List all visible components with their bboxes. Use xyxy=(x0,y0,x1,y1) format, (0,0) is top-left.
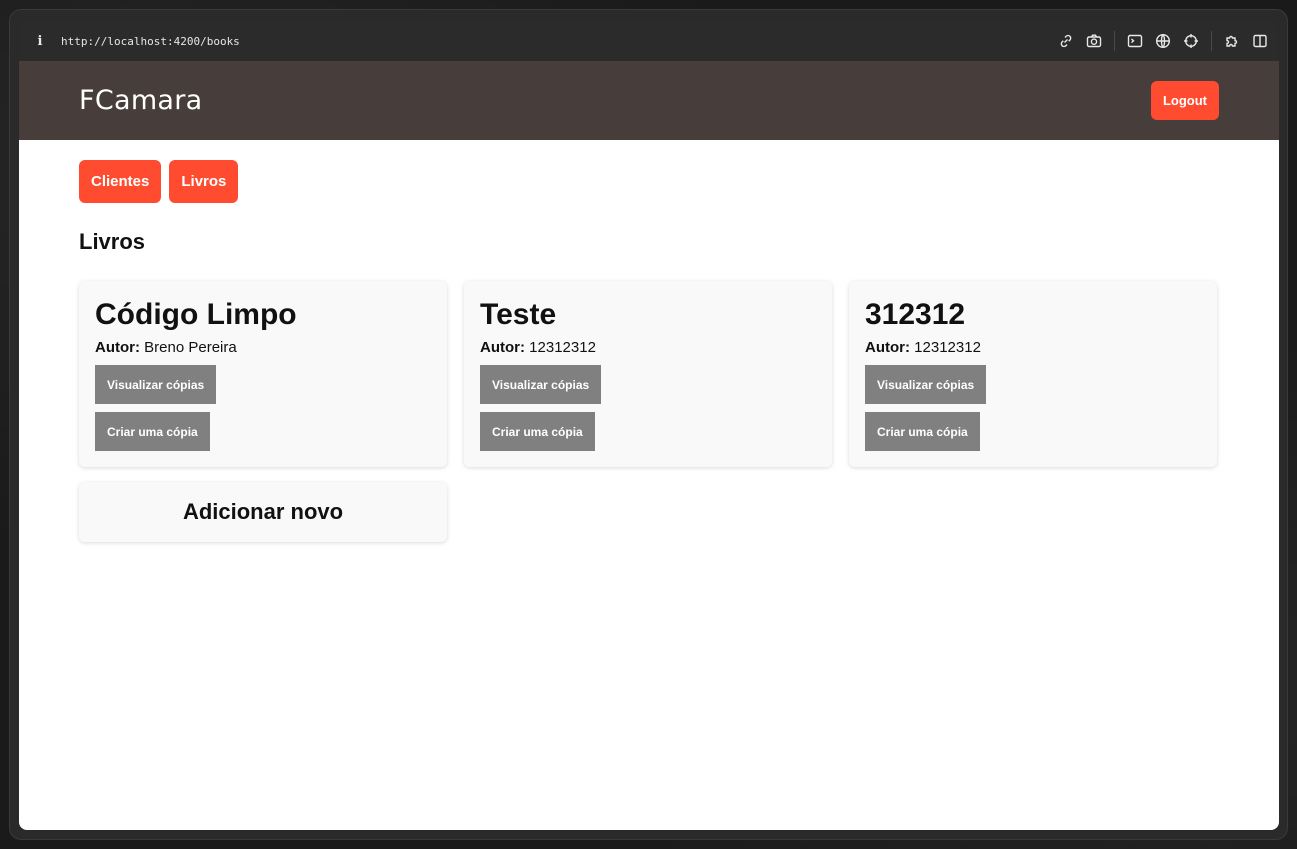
camera-icon[interactable] xyxy=(1086,33,1102,49)
create-copy-button[interactable]: Criar uma cópia xyxy=(480,412,595,451)
author-label: Autor: xyxy=(95,339,140,356)
main-content: Clientes Livros Livros Código Limpo Auto… xyxy=(19,140,1279,562)
create-copy-button[interactable]: Criar uma cópia xyxy=(95,412,210,451)
book-card: Código Limpo Autor: Breno Pereira Visual… xyxy=(79,281,447,467)
view-copies-button[interactable]: Visualizar cópias xyxy=(865,365,987,404)
book-card: Teste Autor: 12312312 Visualizar cópias … xyxy=(464,281,832,467)
create-copy-button[interactable]: Criar uma cópia xyxy=(865,412,980,451)
author-name: Breno Pereira xyxy=(144,339,237,356)
author-label: Autor: xyxy=(865,339,910,356)
view-copies-button[interactable]: Visualizar cópias xyxy=(95,365,217,404)
page-viewport: FCamara Logout Clientes Livros Livros Có… xyxy=(19,61,1279,830)
sidebar-icon[interactable] xyxy=(1252,33,1268,49)
browser-window: i http://localhost:4200/books FCamara Lo… xyxy=(9,9,1288,840)
info-icon[interactable]: i xyxy=(29,34,51,49)
book-author: Autor: Breno Pereira xyxy=(95,339,431,356)
globe-icon[interactable] xyxy=(1155,33,1171,49)
add-new-card[interactable]: Adicionar novo xyxy=(79,482,447,542)
puzzle-icon[interactable] xyxy=(1224,33,1240,49)
author-label: Autor: xyxy=(480,339,525,356)
book-title: Teste xyxy=(480,298,557,331)
book-title: Código Limpo xyxy=(95,298,297,331)
terminal-icon[interactable] xyxy=(1127,33,1143,49)
author-name: 12312312 xyxy=(529,339,596,356)
address-bar: i http://localhost:4200/books xyxy=(19,21,1278,61)
browser-toolbar xyxy=(1058,31,1268,51)
books-grid: Código Limpo Autor: Breno Pereira Visual… xyxy=(79,281,1219,542)
view-copies-button[interactable]: Visualizar cópias xyxy=(480,365,602,404)
url-text[interactable]: http://localhost:4200/books xyxy=(61,35,240,48)
main-nav: Clientes Livros xyxy=(79,160,1219,203)
app-header: FCamara Logout xyxy=(19,61,1279,140)
logout-button[interactable]: Logout xyxy=(1150,81,1219,120)
toolbar-divider xyxy=(1211,31,1212,51)
author-name: 12312312 xyxy=(914,339,981,356)
book-title: 312312 xyxy=(865,298,966,331)
nav-clients-button[interactable]: Clientes xyxy=(79,160,162,203)
nav-books-button[interactable]: Livros xyxy=(169,160,239,203)
page-title: Livros xyxy=(79,229,146,254)
crosshair-icon[interactable] xyxy=(1183,33,1199,49)
logo[interactable]: FCamara xyxy=(79,85,203,116)
toolbar-divider xyxy=(1114,31,1115,51)
book-author: Autor: 12312312 xyxy=(480,339,816,356)
book-author: Autor: 12312312 xyxy=(865,339,1201,356)
book-card: 312312 Autor: 12312312 Visualizar cópias… xyxy=(849,281,1217,467)
link-icon[interactable] xyxy=(1058,33,1074,49)
